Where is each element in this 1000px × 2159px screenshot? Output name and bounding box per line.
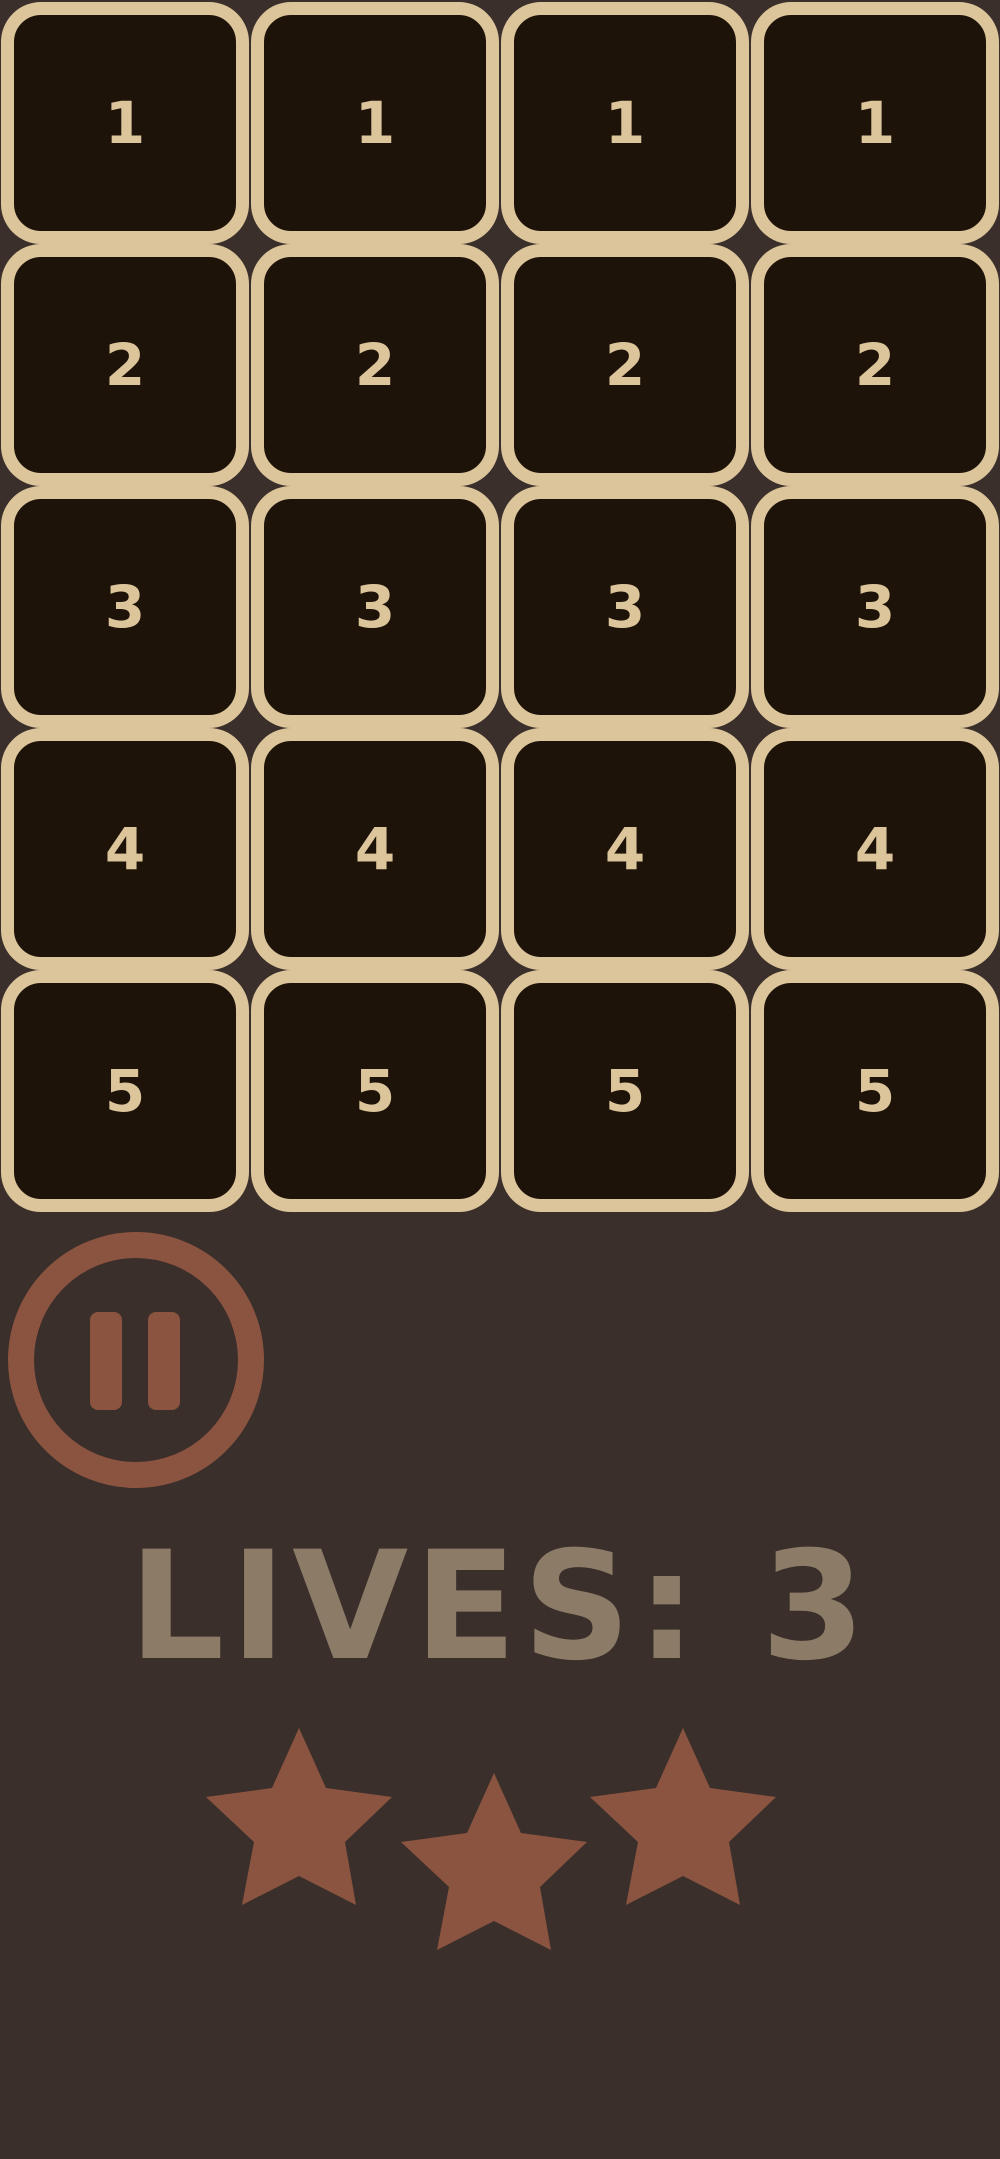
tile[interactable]: 4 — [251, 728, 499, 970]
tile[interactable]: 3 — [501, 486, 749, 728]
tile[interactable]: 2 — [751, 244, 999, 486]
pause-ring-icon — [8, 1232, 264, 1488]
tile-number: 4 — [604, 815, 646, 883]
tile[interactable]: 2 — [501, 244, 749, 486]
tile-number: 3 — [854, 573, 896, 641]
tile-number: 2 — [604, 331, 646, 399]
tile-number: 2 — [354, 331, 396, 399]
tile[interactable]: 1 — [251, 2, 499, 244]
tile-number: 1 — [354, 89, 396, 157]
tile-number: 4 — [354, 815, 396, 883]
pause-button[interactable] — [8, 1232, 264, 1488]
star-icon — [401, 1773, 587, 1950]
tile-number: 3 — [354, 573, 396, 641]
tile[interactable]: 4 — [751, 728, 999, 970]
tile-number: 5 — [104, 1057, 146, 1125]
tile-number: 5 — [354, 1057, 396, 1125]
tile-number: 5 — [854, 1057, 896, 1125]
tile[interactable]: 4 — [501, 728, 749, 970]
tile-number: 1 — [104, 89, 146, 157]
game-board: 1 1 1 1 2 2 2 2 3 3 3 3 4 4 4 4 5 5 5 5 — [0, 0, 1000, 1219]
lives-counter: LIVES: 3 — [128, 1520, 872, 1694]
tile[interactable]: 3 — [251, 486, 499, 728]
tile[interactable]: 2 — [251, 244, 499, 486]
tile[interactable]: 1 — [1, 2, 249, 244]
tile[interactable]: 5 — [501, 970, 749, 1212]
tile-number: 3 — [604, 573, 646, 641]
tile[interactable]: 3 — [1, 486, 249, 728]
tile[interactable]: 4 — [1, 728, 249, 970]
tile[interactable]: 3 — [751, 486, 999, 728]
tile[interactable]: 1 — [501, 2, 749, 244]
tile[interactable]: 5 — [1, 970, 249, 1212]
tile-number: 4 — [104, 815, 146, 883]
tile-number: 5 — [604, 1057, 646, 1125]
pause-bar-right-icon — [148, 1312, 180, 1410]
tile-number: 1 — [854, 89, 896, 157]
tile[interactable]: 1 — [751, 2, 999, 244]
tile-number: 2 — [854, 331, 896, 399]
tile-number: 1 — [604, 89, 646, 157]
star-icon — [590, 1728, 776, 1905]
tile[interactable]: 2 — [1, 244, 249, 486]
star-icon — [206, 1728, 392, 1905]
tile-number: 2 — [104, 331, 146, 399]
tile-number: 3 — [104, 573, 146, 641]
pause-bar-left-icon — [90, 1312, 122, 1410]
tile-grid: 1 1 1 1 2 2 2 2 3 3 3 3 4 4 4 4 5 5 5 5 — [0, 0, 1000, 1212]
tile[interactable]: 5 — [751, 970, 999, 1212]
tile[interactable]: 5 — [251, 970, 499, 1212]
tile-number: 4 — [854, 815, 896, 883]
